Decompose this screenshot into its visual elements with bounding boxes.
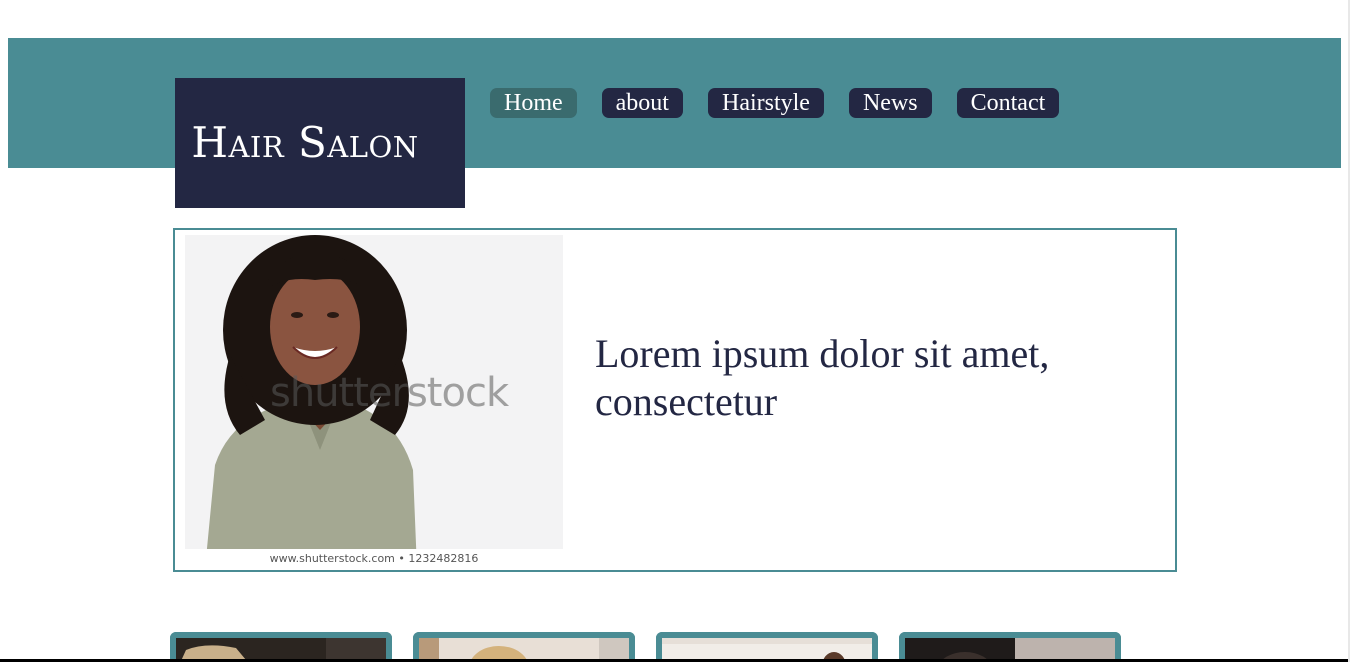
hero-section: shutterstock www.shutterstock.com • 1232… (173, 228, 1177, 572)
nav-home[interactable]: Home (490, 88, 577, 118)
watermark-text: shutterstock (270, 370, 509, 416)
page: Hair Salon Home about Hairstyle News Con… (0, 0, 1350, 662)
nav-news[interactable]: News (848, 88, 932, 118)
thumbnail-1[interactable] (170, 632, 392, 662)
hero-heading: Lorem ipsum dolor sit amet, consectetur (595, 331, 1050, 424)
hero-photo: shutterstock www.shutterstock.com • 1232… (185, 235, 563, 569)
thumbnail-2[interactable] (413, 632, 635, 662)
nav-about[interactable]: about (601, 88, 683, 118)
thumbnail-row (170, 632, 1121, 662)
thumbnail-4[interactable] (899, 632, 1121, 662)
nav-hairstyle[interactable]: Hairstyle (707, 88, 824, 118)
nav-contact[interactable]: Contact (956, 88, 1060, 118)
logo-text: Hair Salon (191, 118, 419, 167)
photo-caption: www.shutterstock.com • 1232482816 (185, 549, 563, 569)
thumbnail-3[interactable] (656, 632, 878, 662)
main-nav: Home about Hairstyle News Contact (490, 88, 1060, 118)
logo[interactable]: Hair Salon (175, 78, 465, 208)
